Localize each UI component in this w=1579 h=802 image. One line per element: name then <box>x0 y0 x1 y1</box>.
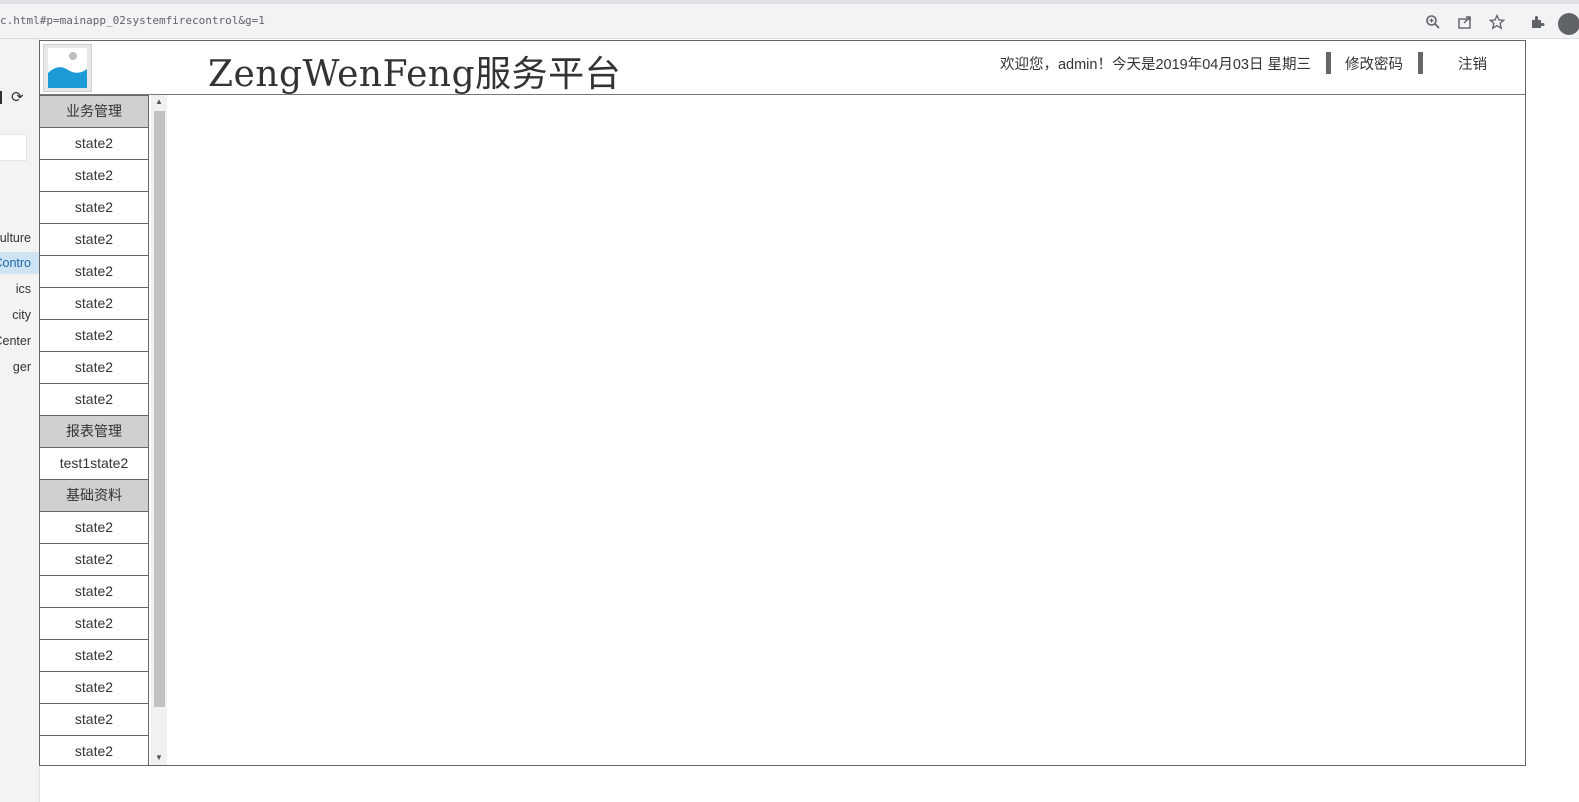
header-user-area: 欢迎您，admin！今天是2019年04月03日 星期三 修改密码 注销 <box>1000 51 1487 75</box>
menu-item[interactable]: state2 <box>40 224 149 256</box>
scroll-thumb[interactable] <box>154 111 165 707</box>
zoom-icon[interactable] <box>1423 12 1443 32</box>
scroll-up-icon[interactable]: ▲ <box>151 95 167 109</box>
app-frame: ZengWenFeng服务平台 欢迎您，admin！今天是2019年04月03日… <box>39 40 1526 766</box>
left-list-item[interactable]: ger <box>0 356 39 378</box>
menu-list: 业务管理 state2 state2 state2 state2 state2 … <box>40 95 149 765</box>
extensions-icon[interactable] <box>1527 12 1547 32</box>
change-password-link[interactable]: 修改密码 <box>1345 53 1403 74</box>
menu-group-business[interactable]: 业务管理 <box>40 95 149 128</box>
menu-item[interactable]: state2 <box>40 192 149 224</box>
menu-item[interactable]: state2 <box>40 608 149 640</box>
url-text[interactable]: c.html#p=mainapp_02systemfirecontrol&g=1 <box>0 14 265 27</box>
menu-item[interactable]: state2 <box>40 352 149 384</box>
menu-item[interactable]: state2 <box>40 512 149 544</box>
app-header: ZengWenFeng服务平台 欢迎您，admin！今天是2019年04月03日… <box>40 41 1525 95</box>
menu-item[interactable]: state2 <box>40 544 149 576</box>
side-menu: 业务管理 state2 state2 state2 state2 state2 … <box>40 95 168 765</box>
menu-item[interactable]: state2 <box>40 160 149 192</box>
logout-link[interactable]: 注销 <box>1458 53 1487 74</box>
menu-group-basic-data[interactable]: 基础资料 <box>40 480 149 512</box>
address-bar[interactable]: c.html#p=mainapp_02systemfirecontrol&g=1 <box>0 4 1579 39</box>
left-list-item[interactable]: ulture <box>0 227 39 249</box>
refresh-icon[interactable]: ⟳ <box>11 88 24 106</box>
star-icon[interactable] <box>1487 12 1507 32</box>
share-icon[interactable] <box>1455 12 1475 32</box>
left-list-item[interactable]: city <box>0 304 39 326</box>
left-list-item-active[interactable]: Contro <box>0 252 39 274</box>
menu-item[interactable]: state2 <box>40 672 149 704</box>
scroll-down-icon[interactable]: ▼ <box>151 751 167 765</box>
menu-group-reports[interactable]: 报表管理 <box>40 416 149 448</box>
menu-item[interactable]: state2 <box>40 576 149 608</box>
menu-item[interactable]: state2 <box>40 736 149 765</box>
menu-item[interactable]: state2 <box>40 704 149 736</box>
divider <box>1326 52 1331 74</box>
menu-item[interactable]: state2 <box>40 640 149 672</box>
menu-item[interactable]: state2 <box>40 288 149 320</box>
menu-item[interactable]: state2 <box>40 384 149 416</box>
left-side-panel: ⟳ ulture Contro ics city Center ger <box>0 39 40 802</box>
menu-item[interactable]: state2 <box>40 128 149 160</box>
divider-icon <box>0 91 2 104</box>
main-content-area <box>170 95 1525 765</box>
left-list-item[interactable]: ics <box>0 278 39 300</box>
welcome-text: 欢迎您，admin！今天是2019年04月03日 星期三 <box>999 56 1311 73</box>
profile-icon[interactable] <box>1558 13 1579 35</box>
logo-icon <box>43 44 92 92</box>
menu-scrollbar[interactable]: ▲ ▼ <box>151 95 167 765</box>
menu-item[interactable]: state2 <box>40 320 149 352</box>
left-list-item[interactable]: Center <box>0 330 39 352</box>
left-toolbar: ⟳ <box>0 89 39 109</box>
menu-item[interactable]: test1state2 <box>40 448 149 480</box>
left-search-input[interactable] <box>0 134 27 161</box>
page-title: ZengWenFeng服务平台 <box>208 54 622 95</box>
menu-item[interactable]: state2 <box>40 256 149 288</box>
divider <box>1418 52 1423 74</box>
